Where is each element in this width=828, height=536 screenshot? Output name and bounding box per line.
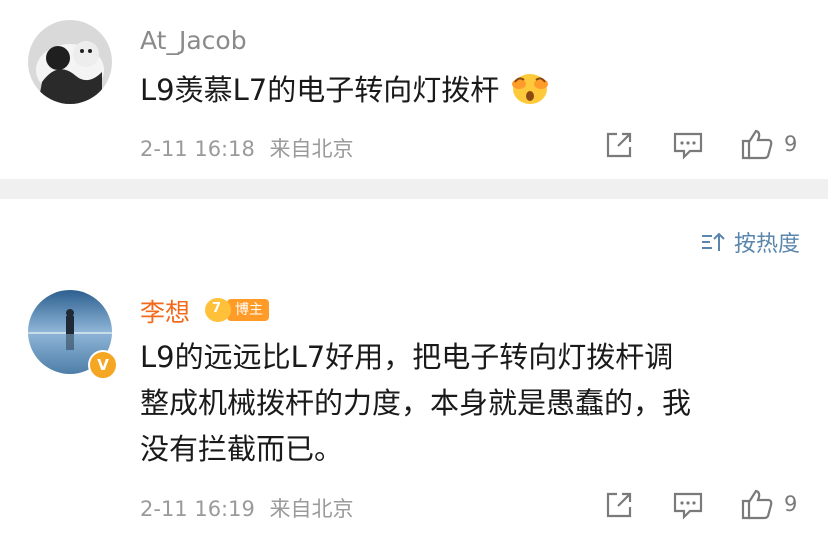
comment-text: L9羡慕L7的电子转向灯拨杆 <box>140 67 550 119</box>
section-divider <box>0 179 828 199</box>
avatar[interactable] <box>28 20 112 104</box>
like-button[interactable]: 9 <box>740 128 797 160</box>
share-button[interactable] <box>604 490 634 520</box>
thumbs-up-icon <box>741 489 773 520</box>
comment-text-line: 没有拦截而已。 <box>140 432 344 466</box>
comment-icon <box>673 132 703 160</box>
comment-text-line: 整成机械拨杆的力度，本身就是愚蠢的，我 <box>140 386 692 420</box>
share-icon <box>606 132 632 158</box>
share-button[interactable] <box>604 130 634 160</box>
location: 来自北京 <box>269 497 354 521</box>
comment-meta: 2-11 16:19 来自北京 <box>140 493 354 523</box>
reply-button[interactable] <box>672 490 704 520</box>
scared-face-emoji-icon <box>510 70 550 119</box>
comment-text: L9的远远比L7好用，把电子转向灯拨杆调 整成机械拨杆的力度，本身就是愚蠢的，我… <box>140 334 691 472</box>
blogger-tag: 博主 <box>227 299 269 321</box>
sort-icon <box>701 232 725 251</box>
timestamp: 2-11 16:19 <box>140 497 255 521</box>
location: 来自北京 <box>269 137 354 161</box>
comment-text-body: L9羡慕L7的电子转向灯拨杆 <box>140 73 500 107</box>
like-button[interactable]: 9 <box>740 488 797 520</box>
crown-icon: 7 <box>205 298 231 322</box>
comment-text-line: L9的远远比L7好用，把电子转向灯拨杆调 <box>140 340 674 374</box>
comment-meta: 2-11 16:18 来自北京 <box>140 133 354 163</box>
sort-by-hot-button[interactable]: 按热度 <box>700 226 800 258</box>
username[interactable]: At_Jacob <box>140 26 247 55</box>
blogger-badge: 7 博主 <box>205 298 269 322</box>
comment-icon <box>673 492 703 520</box>
share-icon <box>606 492 632 518</box>
username[interactable]: 李想 <box>140 293 190 329</box>
verified-badge: V <box>88 350 118 380</box>
like-count: 9 <box>784 492 798 516</box>
badge-level: 7 <box>212 301 222 316</box>
timestamp: 2-11 16:18 <box>140 137 255 161</box>
sort-label: 按热度 <box>733 232 800 257</box>
like-count: 9 <box>784 132 798 156</box>
thumbs-up-icon <box>741 129 773 160</box>
reply-button[interactable] <box>672 130 704 160</box>
